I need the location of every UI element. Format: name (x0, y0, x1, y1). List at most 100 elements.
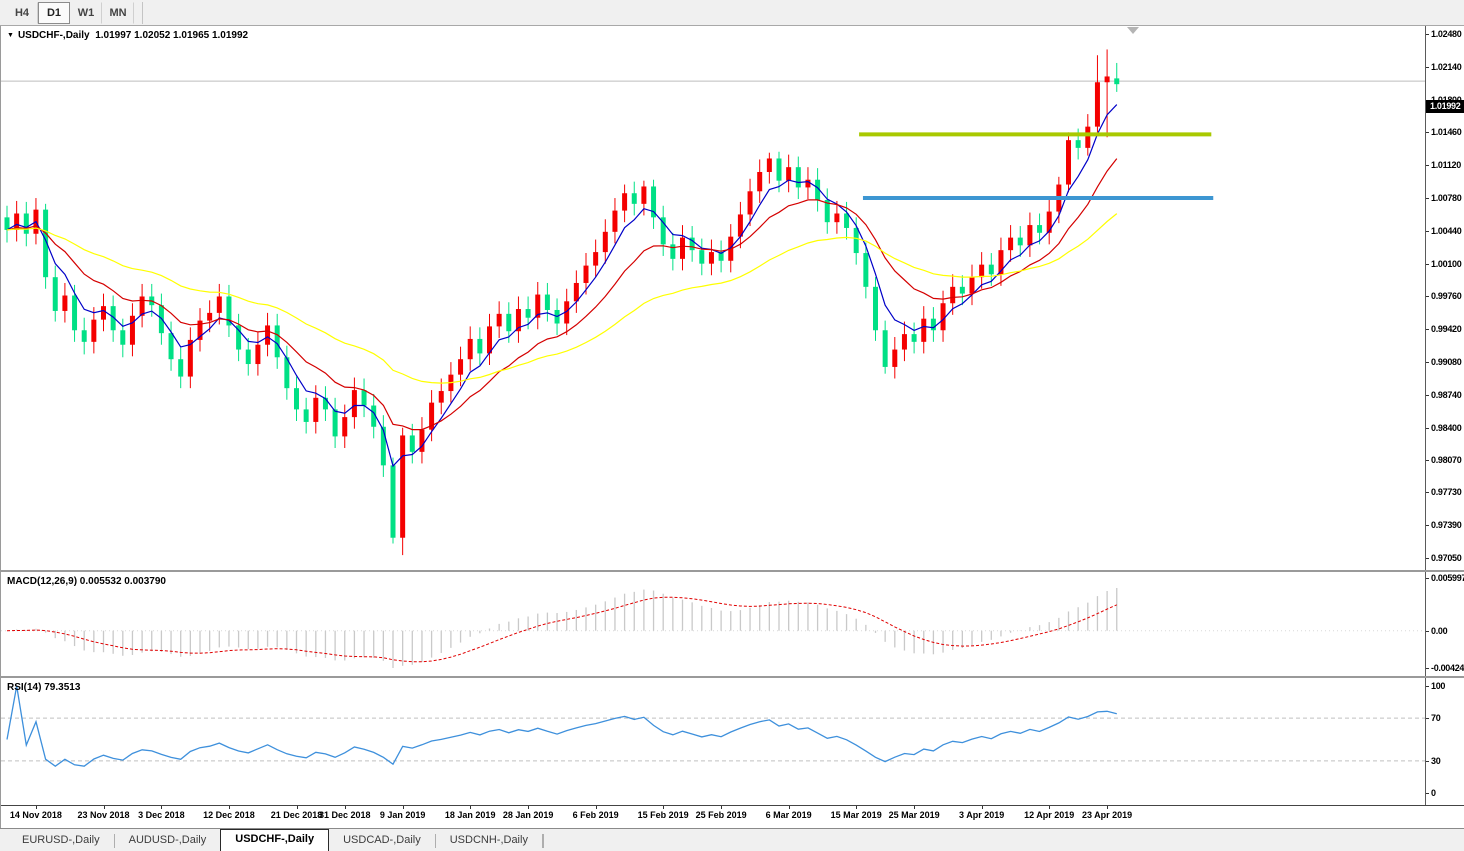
candle-body (930, 318, 936, 331)
timeframe-buttons: H4 D1 W1 MN (6, 1, 134, 24)
price-axis-label: 0.98070 (1431, 454, 1462, 465)
macd-chart-canvas[interactable] (1, 572, 1425, 676)
candle-body (757, 171, 763, 192)
price-axis-label: 0.98400 (1431, 422, 1462, 433)
collapse-indicator-icon[interactable]: ▼ (7, 32, 14, 39)
candle-body (921, 318, 927, 342)
candle-body (1027, 225, 1033, 246)
price-axis-label: 0.97390 (1431, 520, 1462, 531)
timeframe-button-d1[interactable]: D1 (38, 1, 70, 24)
price-axis-label: 1.00440 (1431, 225, 1462, 236)
candle-body (487, 326, 492, 354)
time-axis[interactable]: 14 Nov 2018 23 Nov 2018 3 Dec 2018 12 Dec 2… (1, 806, 1464, 828)
candle-body (81, 330, 87, 342)
macd-axis-label: 0.00 (1431, 625, 1448, 636)
current-price-badge: 1.01992 (1426, 100, 1464, 114)
macd-pane: MACD(12,26,9) 0.005532 0.003790 0.005997… (1, 572, 1464, 678)
timeframe-button-mn[interactable]: MN (102, 1, 134, 24)
price-axis-tick (1426, 427, 1429, 429)
price-axis-tick (1426, 263, 1429, 265)
price-axis-tick (1426, 132, 1429, 134)
price-axis-tick (1426, 34, 1429, 35)
candle-body (62, 295, 68, 311)
rsi-axis-tick (1426, 718, 1429, 720)
time-axis-tick (981, 806, 983, 809)
chart-tab-audusd[interactable]: AUDUSD-,Daily (115, 831, 221, 851)
price-chart-canvas[interactable] (1, 26, 1425, 570)
candle-body (525, 309, 531, 318)
candle-body (979, 264, 985, 278)
candle-body (351, 390, 357, 418)
candle-body (361, 390, 367, 406)
candle-body (583, 265, 589, 283)
timeframe-button-w1[interactable]: W1 (70, 1, 102, 24)
candle-body (390, 465, 396, 538)
candle-body (101, 306, 106, 320)
candle-body (332, 409, 338, 437)
price-axis-label: 1.01460 (1431, 127, 1462, 138)
candle-body (969, 277, 975, 294)
candle-body (1085, 126, 1091, 148)
candle-body (873, 286, 878, 331)
candle-body (313, 397, 319, 422)
candle-body (400, 435, 406, 538)
rsi-axis-label: 100 (1431, 681, 1446, 691)
macd-histogram (15, 587, 1118, 669)
chart-tab-usdchf[interactable]: USDCHF-,Daily (220, 829, 330, 851)
macd-axis-label: 0.005997 (1431, 573, 1464, 583)
candle-body (496, 313, 502, 327)
rsi-axis-tick (1426, 760, 1429, 762)
candle-body (593, 252, 599, 266)
candle-body (506, 313, 512, 332)
rsi-axis[interactable]: 100 70 30 0 (1425, 678, 1464, 805)
price-axis-label: 1.00780 (1431, 193, 1462, 204)
candle-body (409, 435, 415, 452)
candle-body (708, 252, 714, 264)
price-axis-tick (1426, 165, 1429, 167)
chart-tab-usdcnh[interactable]: USDCNH-,Daily (436, 831, 542, 851)
price-axis-label: 1.02480 (1431, 29, 1462, 39)
candle-body (91, 319, 97, 342)
chart-shift-marker-icon[interactable] (1127, 27, 1139, 34)
chart-ohlc-quote: 1.01997 1.02052 1.01965 1.01992 (95, 30, 249, 41)
price-axis-tick (1426, 459, 1429, 461)
candle-body (786, 167, 792, 181)
candle-body (622, 193, 628, 211)
candle-body (766, 158, 772, 172)
price-axis-label: 0.99420 (1431, 324, 1462, 335)
toolbar-divider (142, 1, 143, 24)
candle-body (670, 244, 676, 259)
time-axis-tick (103, 806, 105, 809)
time-axis-tick (470, 806, 472, 809)
time-axis-tick (595, 806, 597, 809)
candle-body (1075, 140, 1081, 148)
candle-body (1008, 237, 1014, 251)
macd-axis[interactable]: 0.005997 0.00 -0.004244 (1425, 572, 1464, 676)
mt4-window: H4 D1 W1 MN ▼ USDCHF-,Daily 1.01997 1.02052 … (0, 0, 1464, 851)
candle-body (1037, 225, 1043, 233)
price-axis-tick (1426, 558, 1429, 559)
time-axis-tick (856, 806, 858, 809)
price-axis-tick (1426, 329, 1429, 331)
timeframe-toolbar: H4 D1 W1 MN (0, 0, 1464, 26)
candle-body (602, 231, 608, 253)
rsi-chart-canvas[interactable] (1, 678, 1425, 805)
candle-body (72, 295, 78, 331)
candle-body (834, 213, 840, 223)
candle-body (458, 359, 464, 375)
rsi-axis-label: 0 (1431, 788, 1436, 798)
candle-body (776, 158, 782, 181)
time-axis-label: 23 Apr 2019 (1081, 810, 1133, 820)
chart-tab-eurusd[interactable]: EURUSD-,Daily (8, 831, 114, 851)
candle-body (805, 179, 811, 188)
candle-body (207, 312, 213, 321)
candle-body (901, 334, 907, 350)
chart-tab-usdcad[interactable]: USDCAD-,Daily (329, 831, 435, 851)
candle-body (303, 409, 309, 422)
candle-body (438, 391, 444, 403)
candle-body (178, 359, 184, 377)
price-axis-label: 1.02140 (1431, 61, 1462, 72)
timeframe-button-h4[interactable]: H4 (6, 1, 38, 24)
time-axis-tick (721, 806, 723, 809)
candle-body (274, 325, 280, 358)
